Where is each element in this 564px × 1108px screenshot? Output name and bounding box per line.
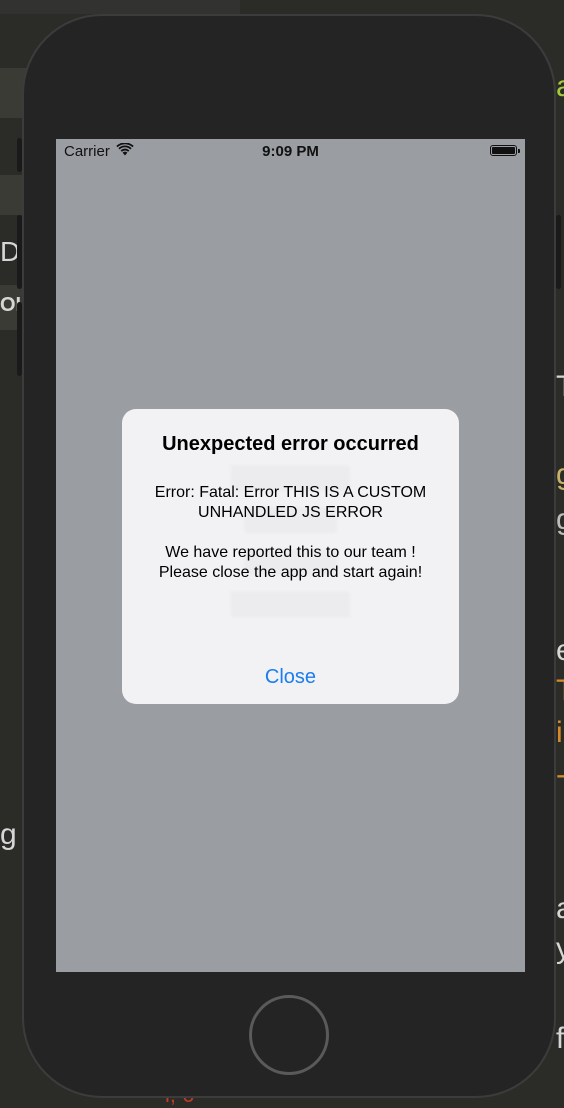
background-text-fragment: g — [0, 818, 17, 851]
background-text-fragment: i — [556, 716, 563, 749]
background-text-fragment: g — [556, 503, 564, 537]
status-time: 9:09 PM — [262, 143, 319, 160]
alert-error-text: Error: Fatal: Error THIS IS A CUSTOM UNH… — [154, 484, 427, 521]
alert-title: Unexpected error occurred — [162, 433, 419, 455]
background-text-fragment: T — [556, 370, 564, 404]
power-button — [556, 215, 561, 289]
background-text-fragment: - — [556, 758, 564, 792]
background-text-fragment: a — [556, 70, 564, 104]
background-panel-top — [0, 0, 240, 14]
status-bar: Carrier 9:09 PM — [56, 139, 525, 165]
volume-up-button — [17, 215, 22, 289]
home-button[interactable] — [249, 995, 329, 1075]
background-text-fragment: f — [556, 1022, 564, 1055]
device-screen: Carrier 9:09 PM ▒▒▒▒▒▒▒▒▒ ▒▒▒▒▒▒▒ ▒▒▒▒▒▒▒ ▒… — [56, 139, 525, 972]
close-button[interactable]: Close — [122, 659, 459, 699]
background-text-fragment: e — [556, 634, 564, 668]
alert-message: Error: Fatal: Error THIS IS A CUSTOM UNH… — [140, 483, 441, 583]
battery-icon — [490, 145, 520, 156]
alert-divider — [122, 654, 459, 655]
background-text-fragment: T — [556, 674, 564, 708]
error-alert-dialog: ▒▒▒▒▒▒▒▒▒ ▒▒▒▒▒▒▒ ▒▒▒▒▒▒▒ ▒▒▒▒▒▒▒▒▒ Unexpec… — [122, 409, 459, 704]
background-text-fragment: a — [556, 892, 564, 926]
alert-info-text: We have reported this to our team ! Plea… — [158, 544, 423, 581]
background-text-fragment: g — [556, 458, 564, 492]
background-text-fragment: y — [556, 932, 564, 965]
volume-down-button — [17, 302, 22, 376]
mute-switch — [17, 138, 22, 172]
